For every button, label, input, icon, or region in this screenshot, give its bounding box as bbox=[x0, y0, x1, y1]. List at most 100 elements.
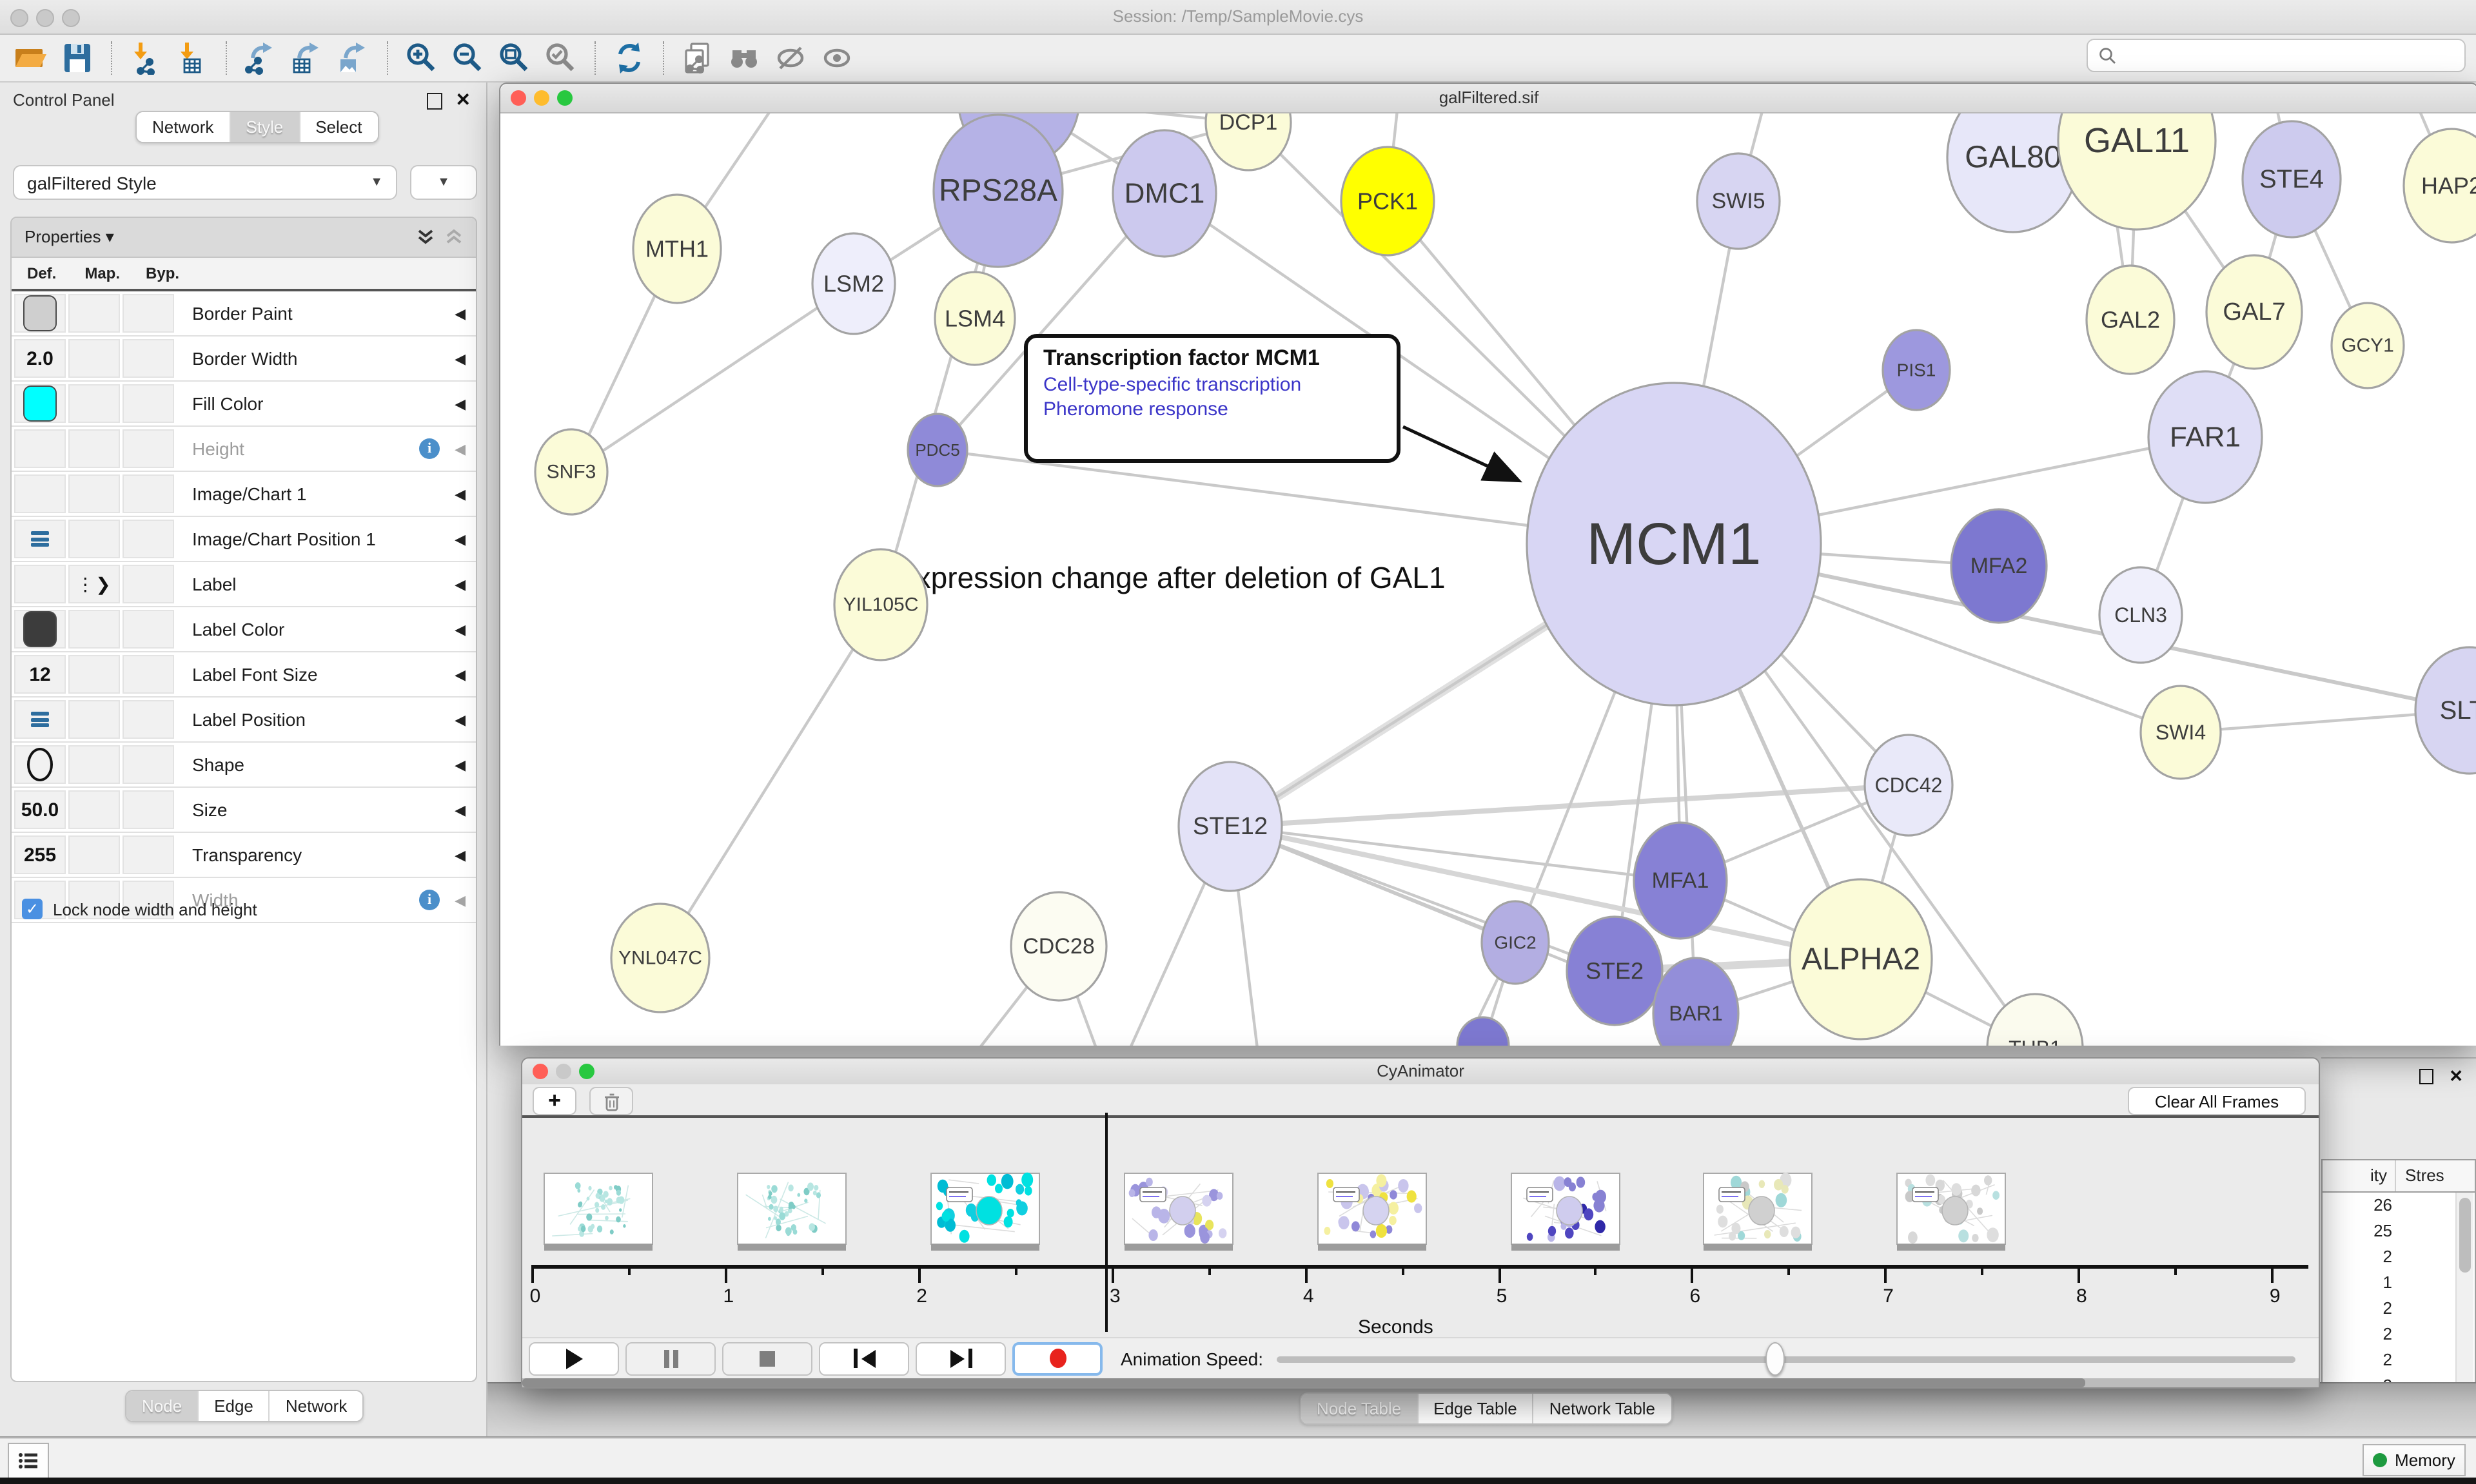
property-row-fill-color[interactable]: Fill Color◀ bbox=[12, 382, 476, 427]
zoom-fit-icon[interactable] bbox=[495, 39, 534, 77]
bypass-cell[interactable] bbox=[123, 655, 174, 694]
style-options-button[interactable]: ▼ bbox=[410, 165, 477, 200]
slider-track[interactable] bbox=[1276, 1356, 2295, 1362]
table-row[interactable]: 2 bbox=[2323, 1296, 2475, 1322]
table-row[interactable]: 26 bbox=[2323, 1193, 2475, 1218]
bypass-cell[interactable] bbox=[123, 790, 174, 829]
search-network-icon[interactable] bbox=[725, 39, 763, 77]
default-value-cell[interactable] bbox=[14, 610, 66, 649]
default-value-cell[interactable] bbox=[14, 700, 66, 739]
default-value-cell[interactable] bbox=[14, 474, 66, 513]
scrollbar-thumb[interactable] bbox=[522, 1378, 2085, 1387]
frame-thumbnail-4[interactable] bbox=[1316, 1172, 1427, 1252]
property-row-size[interactable]: 50.0Size◀ bbox=[12, 788, 476, 833]
collapse-all-icon[interactable] bbox=[445, 228, 463, 246]
pause-button[interactable] bbox=[625, 1342, 716, 1375]
default-value-cell[interactable] bbox=[14, 565, 66, 603]
default-value-cell[interactable] bbox=[14, 384, 66, 423]
mapping-cell[interactable] bbox=[68, 700, 120, 739]
skip-to-start-button[interactable] bbox=[819, 1342, 909, 1375]
network-annotation-text[interactable]: Expression change after deletion of GAL1 bbox=[896, 561, 1446, 594]
close-panel-icon[interactable]: ✕ bbox=[456, 89, 471, 111]
mapping-cell[interactable] bbox=[68, 294, 120, 333]
network-edge[interactable] bbox=[660, 605, 881, 958]
property-row-label-font-size[interactable]: 12Label Font Size◀ bbox=[12, 652, 476, 698]
bypass-cell[interactable] bbox=[123, 565, 174, 603]
tab-network-bottom[interactable]: Network bbox=[269, 1391, 362, 1421]
frame-thumbnail-5[interactable] bbox=[1509, 1172, 1620, 1252]
export-network-icon[interactable] bbox=[241, 39, 280, 77]
show-details-icon[interactable] bbox=[818, 39, 856, 77]
delete-frame-button[interactable] bbox=[589, 1087, 633, 1115]
mapping-cell[interactable] bbox=[68, 655, 120, 694]
record-button[interactable] bbox=[1012, 1342, 1103, 1375]
bypass-cell[interactable] bbox=[123, 384, 174, 423]
bypass-cell[interactable] bbox=[123, 474, 174, 513]
color-swatch[interactable] bbox=[23, 295, 57, 331]
search-field[interactable] bbox=[2087, 39, 2466, 72]
memory-button[interactable]: Memory bbox=[2363, 1444, 2466, 1476]
expand-all-icon[interactable] bbox=[417, 228, 435, 246]
expand-property-icon[interactable]: ◀ bbox=[455, 801, 466, 818]
zoom-out-icon[interactable] bbox=[449, 39, 487, 77]
property-row-height[interactable]: Heighti◀ bbox=[12, 427, 476, 472]
annotation-box[interactable]: Transcription factor MCM1 Cell-type-spec… bbox=[1024, 334, 1400, 463]
property-row-image-chart-position-1[interactable]: Image/Chart Position 1◀ bbox=[12, 517, 476, 562]
play-button[interactable] bbox=[529, 1342, 619, 1375]
hide-details-icon[interactable] bbox=[771, 39, 810, 77]
properties-header[interactable]: Properties ▾ bbox=[12, 218, 476, 258]
tab-style[interactable]: Style bbox=[229, 112, 299, 142]
bypass-cell[interactable] bbox=[123, 339, 174, 378]
expand-property-icon[interactable]: ◀ bbox=[455, 395, 466, 412]
tab-network-table[interactable]: Network Table bbox=[1533, 1394, 1671, 1423]
zoom-in-icon[interactable] bbox=[402, 39, 441, 77]
mapping-cell[interactable] bbox=[68, 429, 120, 468]
expand-property-icon[interactable]: ◀ bbox=[455, 531, 466, 547]
frame-thumbnail-2[interactable] bbox=[930, 1172, 1041, 1252]
mapping-cell[interactable] bbox=[68, 745, 120, 784]
default-value-cell[interactable]: 50.0 bbox=[14, 790, 66, 829]
skip-to-end-button[interactable] bbox=[916, 1342, 1006, 1375]
mapping-cell[interactable] bbox=[68, 474, 120, 513]
mapping-cell[interactable] bbox=[68, 835, 120, 874]
bypass-cell[interactable] bbox=[123, 700, 174, 739]
table-row[interactable]: 25 bbox=[2323, 1218, 2475, 1244]
close-table-icon[interactable]: ✕ bbox=[2449, 1066, 2463, 1087]
tab-edge-table[interactable]: Edge Table bbox=[1417, 1394, 1533, 1423]
save-icon[interactable] bbox=[58, 39, 97, 77]
annotation-link[interactable]: Cell-type-specific transcription bbox=[1043, 374, 1381, 396]
expand-property-icon[interactable]: ◀ bbox=[455, 711, 466, 728]
bypass-cell[interactable] bbox=[123, 520, 174, 558]
mapping-cell[interactable]: ⋮❯ bbox=[68, 565, 120, 603]
tab-select[interactable]: Select bbox=[299, 112, 377, 142]
expand-property-icon[interactable]: ◀ bbox=[455, 666, 466, 683]
mapping-cell[interactable] bbox=[68, 790, 120, 829]
property-row-border-width[interactable]: 2.0Border Width◀ bbox=[12, 337, 476, 382]
bypass-cell[interactable] bbox=[123, 835, 174, 874]
frame-thumbnail-6[interactable] bbox=[1703, 1172, 1814, 1252]
property-row-transparency[interactable]: 255Transparency◀ bbox=[12, 833, 476, 878]
style-selector[interactable]: galFiltered Style ▼ bbox=[13, 165, 397, 200]
network-node-pnode[interactable] bbox=[1457, 1017, 1509, 1046]
expand-property-icon[interactable]: ◀ bbox=[455, 846, 466, 863]
float-table-icon[interactable] bbox=[2419, 1069, 2433, 1084]
default-value-cell[interactable] bbox=[14, 294, 66, 333]
add-frame-button[interactable]: + bbox=[533, 1087, 576, 1115]
clear-all-frames-button[interactable]: Clear All Frames bbox=[2128, 1087, 2306, 1115]
expand-property-icon[interactable]: ◀ bbox=[455, 892, 466, 908]
color-swatch[interactable] bbox=[23, 611, 57, 647]
lock-checkbox[interactable]: ✓ bbox=[22, 899, 43, 919]
table-row[interactable]: 2 bbox=[2323, 1347, 2475, 1373]
lock-node-size-row[interactable]: ✓ Lock node width and height bbox=[22, 899, 257, 919]
zoom-selected-icon[interactable] bbox=[542, 39, 580, 77]
expand-property-icon[interactable]: ◀ bbox=[455, 621, 466, 638]
property-row-label-color[interactable]: Label Color◀ bbox=[12, 607, 476, 652]
stop-button[interactable] bbox=[722, 1342, 812, 1375]
float-panel-icon[interactable] bbox=[427, 93, 442, 110]
open-folder-icon[interactable] bbox=[12, 39, 50, 77]
default-value-cell[interactable]: 2.0 bbox=[14, 339, 66, 378]
table-row[interactable]: 1 bbox=[2323, 1270, 2475, 1296]
table-row[interactable]: 2 bbox=[2323, 1244, 2475, 1270]
mapping-cell[interactable] bbox=[68, 339, 120, 378]
mapping-cell[interactable] bbox=[68, 610, 120, 649]
